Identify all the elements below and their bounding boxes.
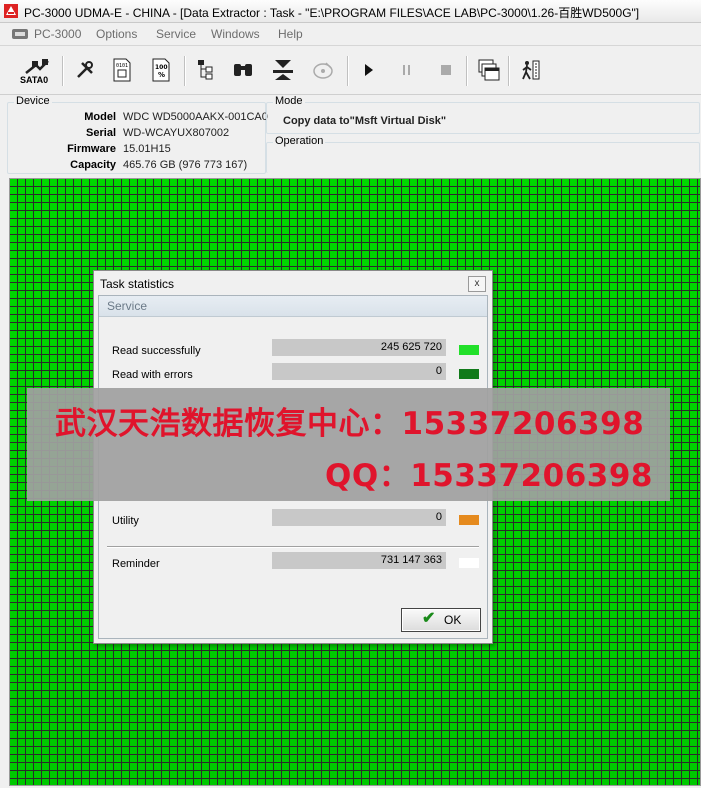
mode-value: Copy data to"Msft Virtual Disk" [283, 115, 447, 127]
device-group-title: Device [14, 95, 52, 107]
svg-text:%: % [158, 71, 165, 79]
find-button[interactable] [228, 54, 258, 86]
toolbar: SATA0 0101 100 % [0, 46, 701, 95]
menu-bar: PC-3000 Options Service Windows Help [0, 23, 701, 46]
menu-options[interactable]: Options [96, 27, 137, 41]
reminder-swatch [459, 558, 479, 568]
watermark-line-1: 武汉天浩数据恢复中心：15337206398 [55, 406, 645, 442]
read-successfully-value-box: 245 625 720 [272, 339, 446, 356]
stop-icon [441, 65, 451, 75]
watermark-line-2: QQ：15337206398 [325, 458, 653, 494]
serial-value: WD-WCAYUX807002 [123, 127, 230, 139]
capacity-value: 465.76 GB (976 773 167) [123, 159, 248, 171]
percent-button[interactable]: 100 % [146, 54, 176, 86]
read-successfully-swatch [459, 345, 479, 355]
serial-label: Serial [86, 127, 116, 139]
close-icon: x [474, 278, 480, 289]
toolbar-separator [347, 56, 349, 86]
toolbar-separator [62, 56, 64, 86]
toolbar-separator [466, 56, 468, 86]
checkmark-icon: ✔ [422, 610, 436, 627]
ok-button-label: OK [444, 613, 462, 627]
utility-label: Utility [112, 515, 139, 527]
extract-icon [273, 60, 293, 80]
menu-service[interactable]: Service [156, 27, 196, 41]
menu-windows[interactable]: Windows [211, 27, 260, 41]
firmware-value: 15.01H15 [123, 143, 171, 155]
mode-group-title: Mode [273, 95, 305, 107]
play-icon [365, 64, 373, 76]
start-button[interactable] [354, 54, 384, 86]
exit-button[interactable] [516, 54, 546, 86]
app-icon [4, 4, 18, 18]
pause-button[interactable] [392, 54, 422, 86]
title-bar: PC-3000 UDMA-E - CHINA - [Data Extractor… [0, 0, 701, 23]
operation-group-title: Operation [273, 135, 326, 147]
read-with-errors-value: 0 [435, 365, 442, 377]
disk-icon [313, 62, 333, 79]
device-group: Device Model WDC WD5000AAKX-001CA0 Seria… [7, 95, 268, 174]
sata-port-label: SATA0 [20, 75, 49, 85]
firmware-label: Firmware [67, 143, 116, 155]
model-value: WDC WD5000AAKX-001CA0 [123, 111, 268, 123]
pc3000-menu-icon[interactable] [12, 28, 28, 40]
toolbar-separator [508, 56, 510, 86]
svg-text:100: 100 [155, 64, 168, 71]
hex-data-icon: 0101 [113, 58, 131, 82]
service-header[interactable]: Service [99, 296, 487, 317]
watermark-banner: 武汉天浩数据恢复中心：15337206398 QQ：15337206398 [27, 388, 670, 501]
capacity-label: Capacity [70, 159, 116, 171]
mode-group: Mode Copy data to"Msft Virtual Disk" [266, 95, 700, 134]
divider [107, 546, 479, 548]
dialog-title: Task statistics [100, 277, 175, 291]
hex-data-button[interactable]: 0101 [107, 54, 137, 86]
stop-button[interactable] [431, 54, 461, 86]
pause-icon [403, 65, 410, 75]
percent-icon: 100 % [152, 58, 170, 82]
binoculars-icon [234, 64, 252, 76]
dialog-close-button[interactable]: x [468, 276, 486, 292]
windows-icon [478, 59, 500, 81]
utility-swatch [459, 515, 479, 525]
tree-button[interactable] [190, 54, 220, 86]
tools-icon [77, 61, 93, 78]
reminder-value-box: 731 147 363 [272, 552, 446, 569]
exit-icon [522, 60, 540, 80]
read-successfully-value: 245 625 720 [380, 341, 442, 353]
menu-pc3000[interactable]: PC-3000 [34, 27, 81, 41]
toolbar-separator [184, 56, 186, 86]
disk-button[interactable] [308, 54, 338, 86]
read-with-errors-value-box: 0 [272, 363, 446, 380]
read-with-errors-label: Read with errors [112, 369, 193, 381]
read-successfully-label: Read successfully [112, 345, 201, 357]
window-title: PC-3000 UDMA-E - CHINA - [Data Extractor… [24, 6, 640, 20]
model-label: Model [84, 111, 116, 123]
read-with-errors-swatch [459, 369, 479, 379]
tools-button[interactable] [70, 54, 100, 86]
extract-button[interactable] [268, 54, 298, 86]
ok-button[interactable]: ✔ OK [401, 608, 481, 632]
utility-value: 0 [435, 511, 442, 523]
service-header-label: Service [107, 299, 148, 313]
utility-value-box: 0 [272, 509, 446, 526]
tree-icon [198, 60, 213, 80]
menu-help[interactable]: Help [278, 27, 303, 41]
windows-button[interactable] [474, 54, 504, 86]
operation-group: Operation [266, 135, 700, 173]
svg-text:0101: 0101 [116, 63, 128, 69]
reminder-value: 731 147 363 [380, 554, 442, 566]
reminder-label: Reminder [112, 558, 160, 570]
